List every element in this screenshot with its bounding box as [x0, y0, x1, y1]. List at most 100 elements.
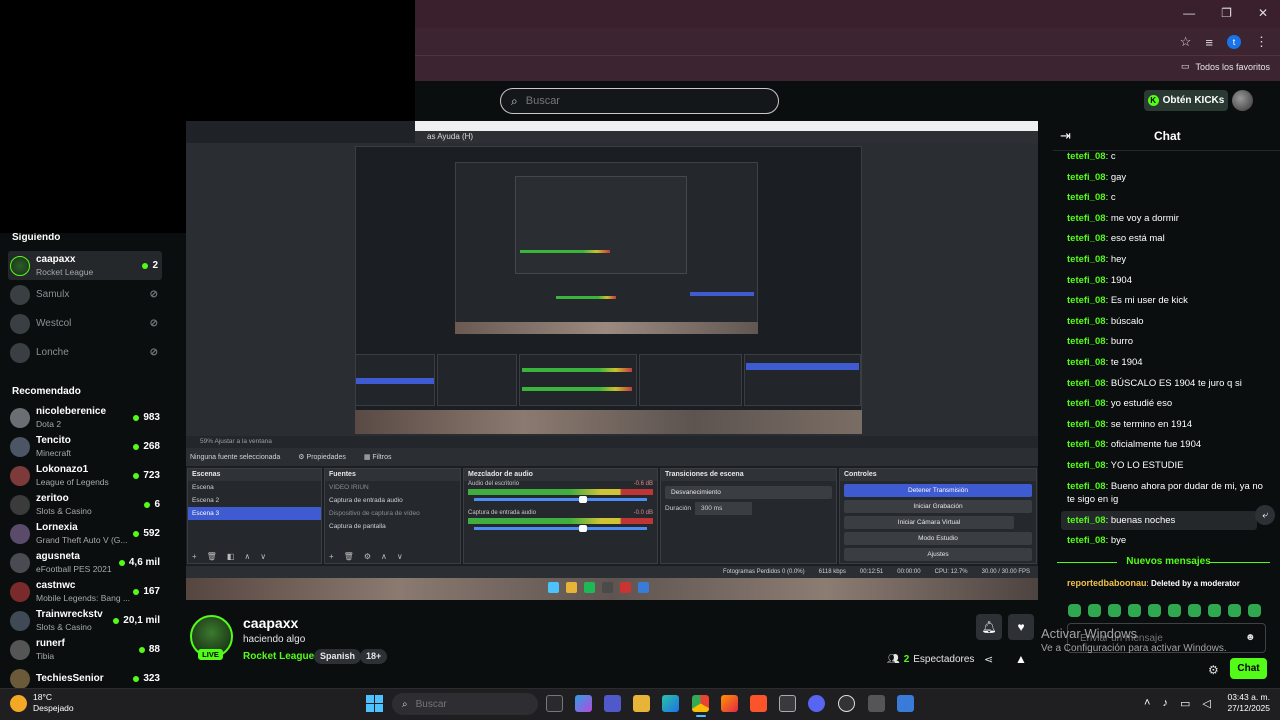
sidebar-item-zeritoo[interactable]: zeritoo Slots & Casino 6: [0, 490, 170, 519]
close-icon[interactable]: ✕: [1258, 6, 1268, 20]
properties-button[interactable]: ⚙ Propiedades: [298, 453, 346, 461]
chat-username[interactable]: tetefi_08: [1067, 254, 1106, 265]
chat-username[interactable]: tetefi_08: [1067, 398, 1106, 409]
sidebar-item-samulx[interactable]: Samulx ⊘: [0, 280, 170, 309]
media-control-icon[interactable]: ≡: [1205, 35, 1213, 50]
sidebar-item-castnwc[interactable]: castnwc Mobile Legends: Bang ... 167: [0, 577, 170, 606]
emote-icon[interactable]: [1068, 604, 1081, 617]
chat-username[interactable]: tetefi_08: [1067, 316, 1106, 327]
get-kicks-button[interactable]: K Obtén KICKs: [1144, 90, 1228, 111]
streamer-name[interactable]: caapaxx: [243, 615, 298, 631]
teams-icon[interactable]: [604, 695, 621, 712]
sidebar-item-runerf[interactable]: runerf Tibia 88: [0, 635, 170, 664]
chat-username[interactable]: tetefi_08: [1067, 172, 1106, 183]
chat-username[interactable]: tetefi_08: [1067, 295, 1106, 306]
emote-icon[interactable]: [1108, 604, 1121, 617]
chat-username[interactable]: tetefi_08: [1067, 357, 1106, 368]
start-recording-button[interactable]: Iniciar Grabación: [844, 500, 1032, 513]
filters-button[interactable]: ▦ Filtros: [364, 453, 392, 461]
windows-start-button[interactable]: [366, 695, 383, 712]
browser-address-bar[interactable]: [415, 28, 1280, 55]
chevron-up-icon[interactable]: ˄: [1144, 697, 1150, 710]
taskbar-search[interactable]: ⌕: [392, 693, 538, 715]
firefox-icon[interactable]: [721, 695, 738, 712]
menu-icon[interactable]: ⋮: [1255, 34, 1268, 50]
network-icon[interactable]: ▭: [1180, 697, 1190, 710]
copilot-icon[interactable]: [575, 695, 592, 712]
emote-icon[interactable]: [1128, 604, 1141, 617]
restore-icon[interactable]: ❐: [1221, 6, 1232, 20]
source-item[interactable]: Captura de pantalla: [325, 520, 460, 533]
user-avatar[interactable]: [1232, 90, 1253, 111]
minimize-icon[interactable]: —: [1183, 6, 1195, 20]
duration-input[interactable]: 300 ms: [695, 502, 753, 515]
emote-icon[interactable]: [1148, 604, 1161, 617]
source-item[interactable]: Captura de entrada audio: [325, 494, 460, 507]
sidebar-item-lornexia[interactable]: Lornexia Grand Theft Auto V (G... 592: [0, 519, 170, 548]
sidebar-item-lokonazo1[interactable]: Lokonazo1 League of Legends 723: [0, 461, 170, 490]
start-virtual-cam-button[interactable]: Iniciar Cámara Virtual: [844, 516, 1014, 529]
emote-icon[interactable]: [1228, 604, 1241, 617]
sidebar-item-trainwreckstv[interactable]: Trainwreckstv Slots & Casino 20,1 mil: [0, 606, 170, 635]
chat-username[interactable]: tetefi_08: [1067, 233, 1106, 244]
transition-select[interactable]: Desvanecimiento: [665, 486, 832, 499]
app-icon[interactable]: [897, 695, 914, 712]
report-icon[interactable]: ▲: [1015, 652, 1027, 666]
chat-username[interactable]: tetefi_08: [1067, 439, 1106, 450]
sidebar-item-lonche[interactable]: Lonche ⊘: [0, 338, 170, 367]
chrome-icon[interactable]: [692, 695, 709, 712]
sidebar-item-nicoleberenice[interactable]: nicoleberenice Dota 2 983: [0, 403, 170, 432]
search-input[interactable]: [525, 95, 746, 107]
weather-widget[interactable]: 18°C Despejado: [10, 692, 74, 714]
tag-language[interactable]: Spanish: [314, 649, 362, 664]
obs-icon[interactable]: [838, 695, 855, 712]
emote-icon[interactable]: [1188, 604, 1201, 617]
dock-toolbar[interactable]: + 🗑 ⚙ ∧ ∨: [329, 552, 403, 561]
chat-username[interactable]: tetefi_08: [1067, 515, 1106, 526]
scroll-down-button[interactable]: ⤶: [1255, 505, 1275, 525]
studio-mode-button[interactable]: Modo Estudio: [844, 532, 1032, 545]
stop-streaming-button[interactable]: Detener Transmisión: [844, 484, 1032, 497]
chat-username[interactable]: tetefi_08: [1067, 419, 1106, 430]
microphone-icon[interactable]: ♪: [1162, 697, 1168, 710]
search-bar[interactable]: ⌕: [500, 88, 779, 114]
edge-icon[interactable]: [662, 695, 679, 712]
chat-username[interactable]: tetefi_08: [1067, 481, 1106, 492]
source-item[interactable]: Dispositivo de captura de vídeo: [325, 507, 460, 520]
volume-slider[interactable]: [474, 525, 647, 532]
gear-icon[interactable]: ⚙: [1208, 663, 1219, 677]
settings-button[interactable]: Ajustes: [844, 548, 1032, 561]
file-explorer-icon[interactable]: [633, 695, 650, 712]
emote-icon[interactable]: [1168, 604, 1181, 617]
sidebar-item-techiessenior[interactable]: TechiesSenior 323: [0, 664, 170, 688]
share-icon[interactable]: ⋖: [984, 653, 993, 666]
chat-username[interactable]: tetefi_08: [1067, 336, 1106, 347]
chat-username[interactable]: tetefi_08: [1067, 378, 1106, 389]
all-bookmarks-button[interactable]: ▭ Todos los favoritos: [1181, 61, 1270, 72]
sidebar-item-agusneta[interactable]: agusneta eFootball PES 2021 4,6 mil: [0, 548, 170, 577]
emoji-icon[interactable]: ☻: [1245, 632, 1256, 643]
brave-icon[interactable]: [750, 695, 767, 712]
volume-icon[interactable]: ◁: [1202, 697, 1210, 710]
stream-category[interactable]: Rocket League: [243, 651, 314, 662]
chat-send-button[interactable]: Chat: [1230, 658, 1267, 679]
volume-slider[interactable]: [474, 496, 647, 503]
emote-icon[interactable]: [1248, 604, 1261, 617]
taskbar-search-input[interactable]: [415, 698, 516, 710]
discord-icon[interactable]: [808, 695, 825, 712]
sidebar-item-tencito[interactable]: Tencito Minecraft 268: [0, 432, 170, 461]
source-item[interactable]: VIDEO IRIUN: [325, 481, 460, 494]
emote-icon[interactable]: [1088, 604, 1101, 617]
emote-icon[interactable]: [1208, 604, 1221, 617]
chat-username[interactable]: tetefi_08: [1067, 151, 1106, 162]
collapse-chat-icon[interactable]: ⇥: [1060, 128, 1071, 144]
dock-toolbar[interactable]: + 🗑 ◧ ∧ ∨: [192, 552, 266, 561]
app-icon[interactable]: [868, 695, 885, 712]
chat-username[interactable]: tetefi_08: [1067, 535, 1106, 546]
star-icon[interactable]: ☆: [1180, 34, 1192, 50]
scene-item-selected[interactable]: Escena 3: [188, 507, 321, 520]
sidebar-item-caapaxx[interactable]: caapaxx Rocket League 2: [8, 251, 162, 280]
tag-age[interactable]: 18+: [360, 649, 388, 664]
task-view-icon[interactable]: [546, 695, 563, 712]
store-icon[interactable]: [779, 695, 796, 712]
